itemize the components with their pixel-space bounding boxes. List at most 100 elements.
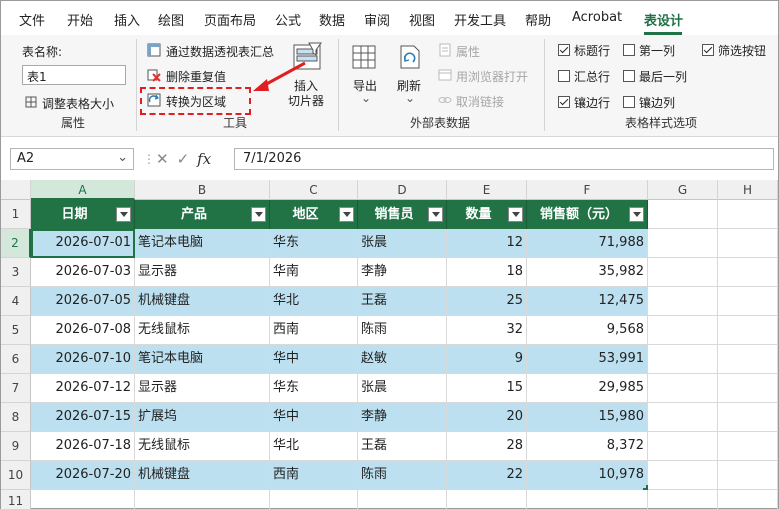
cell-sales-amount[interactable]: 29,985 [527, 374, 648, 403]
cell-region[interactable]: 华北 [270, 432, 358, 461]
cell-region[interactable]: 华北 [270, 287, 358, 316]
empty-cell[interactable] [718, 316, 778, 345]
cell-product[interactable]: 显示器 [135, 258, 270, 287]
table-resize-handle[interactable] [643, 485, 648, 490]
menu-tab-home[interactable]: 开始 [67, 10, 93, 29]
cell-date[interactable]: 2026-07-12 [31, 374, 135, 403]
insert-function-icon[interactable]: fx [197, 150, 211, 168]
empty-cell[interactable] [648, 432, 718, 461]
cell-salesperson[interactable]: 王磊 [358, 287, 447, 316]
menu-tab-draw[interactable]: 绘图 [158, 10, 184, 29]
cell-salesperson[interactable]: 李静 [358, 403, 447, 432]
cell-sales-amount[interactable]: 12,475 [527, 287, 648, 316]
total-row-checkbox[interactable] [558, 70, 570, 82]
menu-tab-insert[interactable]: 插入 [114, 10, 140, 29]
cell-quantity[interactable]: 18 [447, 258, 527, 287]
cell-salesperson[interactable]: 李静 [358, 258, 447, 287]
cell-region[interactable]: 华东 [270, 374, 358, 403]
filter-dropdown-icon[interactable] [508, 207, 523, 222]
empty-cell[interactable] [270, 490, 358, 509]
empty-cell[interactable] [648, 374, 718, 403]
cell-sales-amount[interactable]: 71,988 [527, 229, 648, 258]
row-header-2[interactable]: 2 [1, 229, 31, 258]
empty-cell[interactable] [648, 490, 718, 509]
menu-tab-developer[interactable]: 开发工具 [454, 10, 506, 29]
cell-product[interactable]: 显示器 [135, 374, 270, 403]
empty-cell[interactable] [718, 258, 778, 287]
column-header-e[interactable]: E [447, 180, 527, 200]
row-header-1[interactable]: 1 [1, 200, 31, 229]
cell-product[interactable]: 无线鼠标 [135, 316, 270, 345]
cell-region[interactable]: 华中 [270, 345, 358, 374]
filter-dropdown-icon[interactable] [339, 207, 354, 222]
column-header-g[interactable]: G [648, 180, 718, 200]
cell-region[interactable]: 华东 [270, 229, 358, 258]
cell-quantity[interactable]: 12 [447, 229, 527, 258]
open-in-browser-button[interactable]: 用浏览器打开 [456, 68, 528, 85]
menu-tab-table-design[interactable]: 表设计 [644, 10, 683, 29]
row-header-10[interactable]: 10 [1, 461, 31, 490]
cell-salesperson[interactable]: 赵敏 [358, 345, 447, 374]
cell-sales-amount[interactable]: 8,372 [527, 432, 648, 461]
cell-sales-amount[interactable]: 15,980 [527, 403, 648, 432]
menu-tab-page-layout[interactable]: 页面布局 [204, 10, 256, 29]
cell-sales-amount[interactable]: 35,982 [527, 258, 648, 287]
cell-sales-amount[interactable]: 53,991 [527, 345, 648, 374]
name-box-dropdown-icon[interactable]: ⌄ [117, 150, 128, 165]
cell-sales-amount[interactable]: 9,568 [527, 316, 648, 345]
menu-tab-file[interactable]: 文件 [19, 10, 45, 29]
name-box[interactable]: A2 ⌄ [10, 148, 134, 170]
empty-cell[interactable] [648, 403, 718, 432]
empty-cell[interactable] [718, 374, 778, 403]
empty-cell[interactable] [135, 490, 270, 509]
enter-icon[interactable]: ✓ [177, 150, 190, 168]
row-header-11[interactable]: 11 [1, 490, 31, 509]
empty-cell[interactable] [358, 490, 447, 509]
last-column-checkbox[interactable] [623, 70, 635, 82]
empty-cell[interactable] [648, 461, 718, 490]
table-name-input[interactable]: 表1 [22, 65, 126, 85]
header-row-checkbox[interactable] [558, 44, 570, 56]
cell-product[interactable]: 笔记本电脑 [135, 345, 270, 374]
cell-quantity[interactable]: 20 [447, 403, 527, 432]
properties-button[interactable]: 属性 [456, 43, 480, 60]
cell-region[interactable]: 华中 [270, 403, 358, 432]
empty-cell[interactable] [648, 229, 718, 258]
empty-cell[interactable] [718, 345, 778, 374]
row-header-9[interactable]: 9 [1, 432, 31, 461]
menu-tab-view[interactable]: 视图 [409, 10, 435, 29]
cell-quantity[interactable]: 9 [447, 345, 527, 374]
empty-cell[interactable] [648, 200, 718, 229]
refresh-dropdown-icon[interactable]: ⌄ [405, 91, 415, 105]
cell-date[interactable]: 2026-07-03 [31, 258, 135, 287]
empty-cell[interactable] [718, 490, 778, 509]
cancel-icon[interactable]: ✕ [156, 150, 169, 168]
empty-cell[interactable] [447, 490, 527, 509]
column-header-a[interactable]: A [31, 180, 135, 200]
cell-region[interactable]: 西南 [270, 461, 358, 490]
cell-date[interactable]: 2026-07-15 [31, 403, 135, 432]
filter-dropdown-icon[interactable] [428, 207, 443, 222]
row-header-6[interactable]: 6 [1, 345, 31, 374]
unlink-button[interactable]: 取消链接 [456, 93, 504, 110]
empty-cell[interactable] [648, 287, 718, 316]
cell-date[interactable]: 2026-07-05 [31, 287, 135, 316]
row-header-3[interactable]: 3 [1, 258, 31, 287]
first-column-checkbox[interactable] [623, 44, 635, 56]
cell-date[interactable]: 2026-07-08 [31, 316, 135, 345]
filter-dropdown-icon[interactable] [251, 207, 266, 222]
select-all-corner[interactable] [1, 180, 31, 200]
empty-cell[interactable] [718, 461, 778, 490]
menu-tab-review[interactable]: 审阅 [364, 10, 390, 29]
cell-quantity[interactable]: 28 [447, 432, 527, 461]
row-header-8[interactable]: 8 [1, 403, 31, 432]
cell-product[interactable]: 扩展坞 [135, 403, 270, 432]
cell-date[interactable]: 2026-07-20 [31, 461, 135, 490]
cell-salesperson[interactable]: 张晨 [358, 229, 447, 258]
empty-cell[interactable] [718, 229, 778, 258]
column-header-c[interactable]: C [270, 180, 358, 200]
cell-date[interactable]: 2026-07-18 [31, 432, 135, 461]
cell-region[interactable]: 华南 [270, 258, 358, 287]
resize-table-button[interactable]: 调整表格大小 [42, 95, 114, 112]
row-header-4[interactable]: 4 [1, 287, 31, 316]
